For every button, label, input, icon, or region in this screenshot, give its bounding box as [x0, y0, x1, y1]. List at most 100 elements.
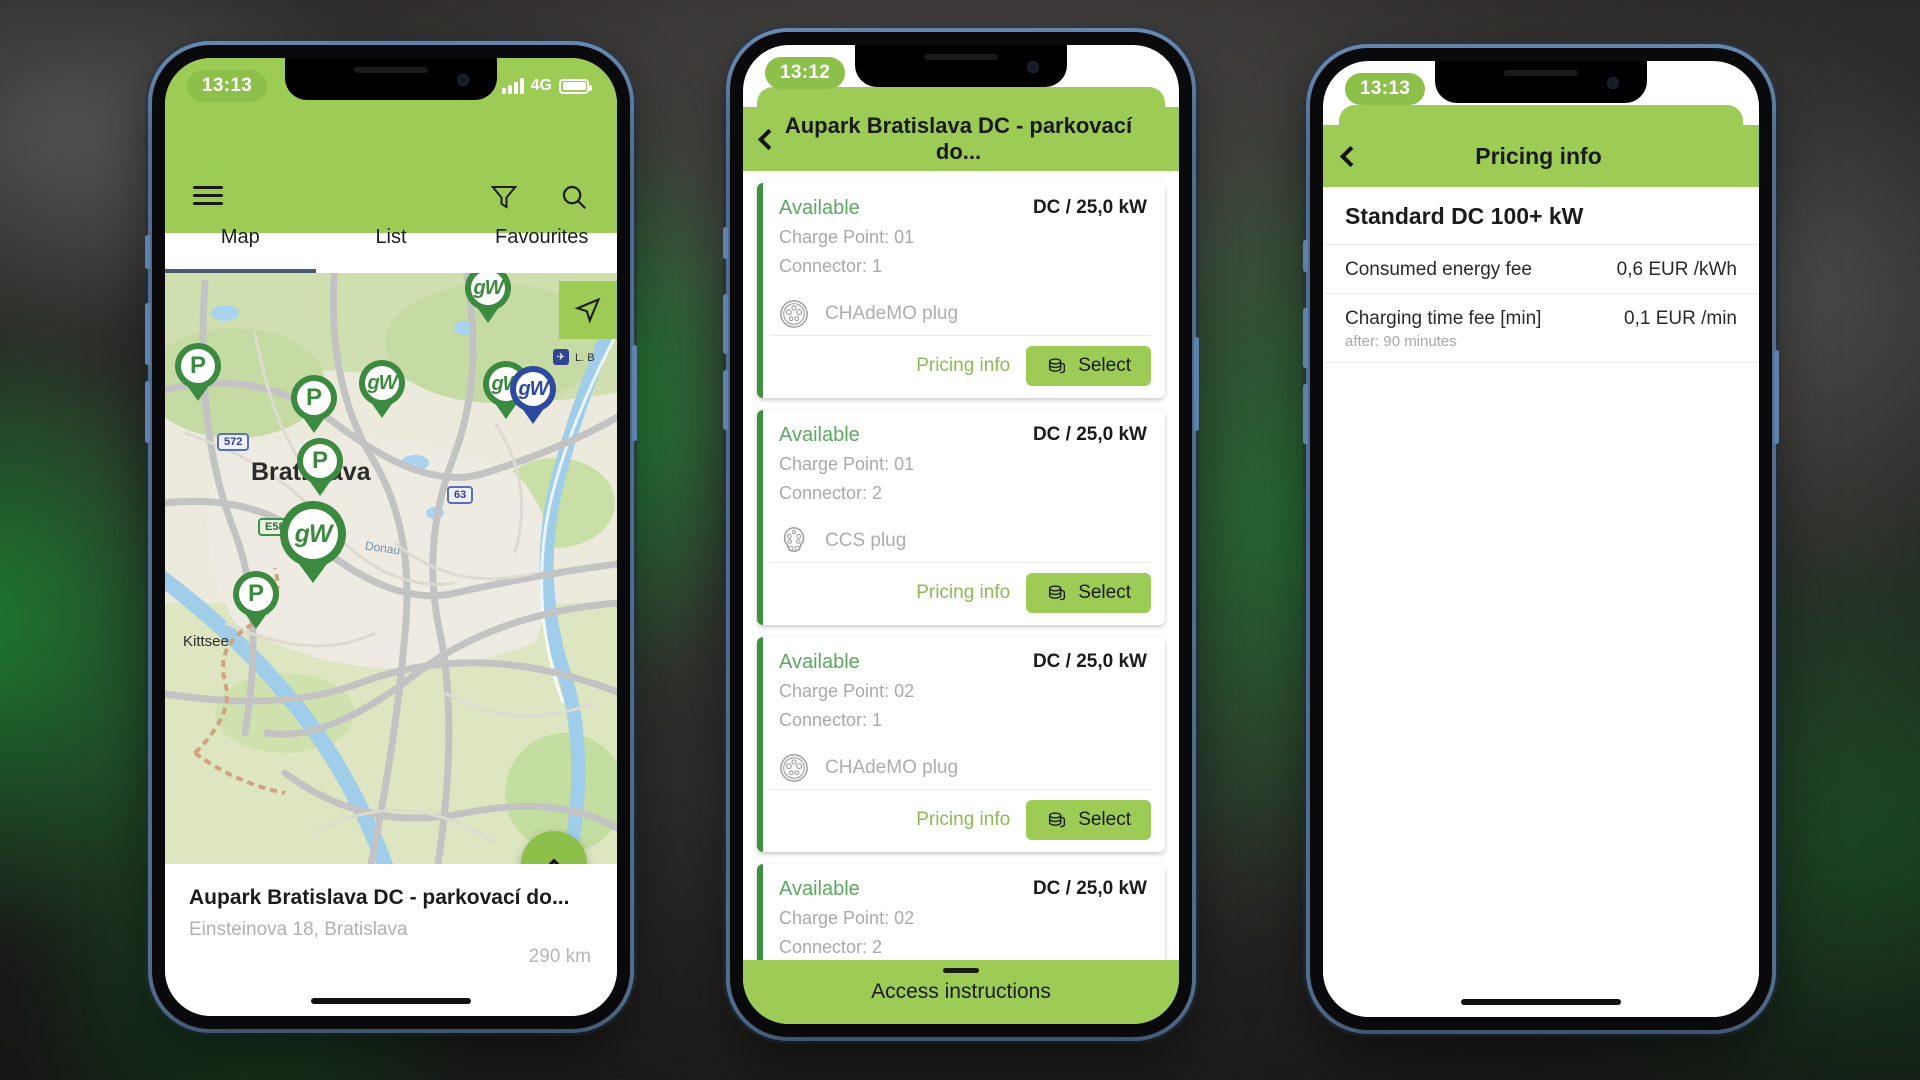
map-marker-charger-selected[interactable]: gW: [510, 366, 556, 426]
map-marker-charger[interactable]: gW: [465, 273, 511, 325]
parking-icon: P: [303, 444, 337, 478]
station-info-card[interactable]: Aupark Bratislava DC - parkovací do... E…: [165, 864, 617, 1016]
connector-card-body: Available DC / 25,0 kW Charge Point: 02 …: [757, 864, 1165, 960]
charge-point-label: Charge Point: 02: [779, 908, 915, 928]
mute-switch[interactable]: [145, 235, 150, 269]
hamburger-menu-icon[interactable]: [193, 186, 223, 205]
map-toolbar-icons: [489, 182, 589, 217]
front-camera: [1027, 61, 1039, 73]
map-canvas[interactable]: Bratislava Kittsee Donau 572 63 E58 L. B…: [165, 273, 617, 864]
connector-card[interactable]: Available DC / 25,0 kW Charge Point: 01 …: [757, 410, 1165, 625]
status-badge: Available: [779, 651, 860, 673]
charge-point-label: Charge Point: 02: [779, 681, 915, 701]
volume-up-button[interactable]: [1303, 308, 1308, 368]
phone-1-map-screen: 13:13 4G Map List Favourites Kittsee Don…: [145, 45, 637, 1029]
status-clock: 13:13: [187, 70, 268, 102]
status-indicators: 4G: [1644, 80, 1734, 98]
map-marker-parking[interactable]: P: [291, 375, 337, 435]
mute-switch[interactable]: [723, 227, 728, 259]
mute-switch[interactable]: [1303, 240, 1308, 272]
power-button[interactable]: [1194, 337, 1199, 431]
station-title: Aupark Bratislava DC - parkovací do...: [189, 886, 570, 909]
battery-icon: [1701, 81, 1734, 97]
volume-up-button[interactable]: [723, 294, 728, 354]
plug-row: CHAdeMO plug: [757, 287, 1165, 335]
coins-icon: [1049, 812, 1066, 828]
power-rating: DC / 25,0 kW: [1032, 424, 1147, 445]
access-instructions-label: Access instructions: [871, 980, 1051, 1003]
phone-3-pricing-screen: 13:13 4G Pricing info Standard DC 100+ k…: [1303, 48, 1779, 1030]
connector-card[interactable]: Available DC / 25,0 kW Charge Point: 02 …: [757, 637, 1165, 852]
pricing-info-link[interactable]: Pricing info: [916, 582, 1010, 604]
pricing-row-label: Consumed energy fee: [1345, 259, 1532, 280]
locate-me-button[interactable]: [559, 281, 617, 339]
map-marker-parking[interactable]: P: [233, 571, 279, 631]
status-badge: Available: [779, 878, 860, 900]
tab-map[interactable]: Map: [165, 226, 316, 263]
navigation-arrow-icon: [574, 297, 601, 324]
connector-card-body: Available DC / 25,0 kW Charge Point: 02 …: [757, 637, 1165, 741]
device-notch: [285, 58, 497, 100]
select-button[interactable]: Select: [1026, 800, 1151, 840]
earpiece-speaker: [924, 54, 998, 60]
phone-1-screen: 13:13 4G Map List Favourites Kittsee Don…: [165, 58, 617, 1016]
access-instructions-sheet[interactable]: Access instructions: [743, 960, 1179, 1024]
map-marker-charger[interactable]: gW: [359, 360, 405, 420]
tariff-title: Standard DC 100+ kW: [1345, 203, 1584, 229]
volume-down-button[interactable]: [723, 370, 728, 430]
power-rating: DC / 25,0 kW: [1032, 651, 1147, 672]
pricing-row-labels: Consumed energy fee: [1345, 259, 1532, 281]
power-button[interactable]: [1774, 350, 1779, 444]
select-button[interactable]: Select: [1026, 346, 1151, 386]
connector-card[interactable]: Available DC / 25,0 kW Charge Point: 01 …: [757, 183, 1165, 398]
connector-list[interactable]: Available DC / 25,0 kW Charge Point: 01 …: [743, 171, 1179, 960]
pricing-info-link[interactable]: Pricing info: [916, 355, 1010, 377]
parking-icon: P: [239, 577, 273, 611]
pricing-info-link[interactable]: Pricing info: [916, 809, 1010, 831]
card-actions: Pricing info Select: [757, 336, 1165, 398]
status-indicators: 4G: [502, 77, 592, 95]
power-button[interactable]: [632, 345, 637, 441]
connector-card[interactable]: Available DC / 25,0 kW Charge Point: 02 …: [757, 864, 1165, 960]
device-notch: [855, 45, 1067, 87]
coins-icon: [1049, 358, 1066, 374]
chevron-up-icon: [548, 858, 560, 864]
select-label: Select: [1078, 809, 1131, 830]
filter-icon[interactable]: [489, 182, 519, 217]
greenway-logo: gW: [294, 519, 333, 548]
home-indicator[interactable]: [311, 998, 471, 1004]
card-actions: Pricing info Select: [757, 790, 1165, 852]
volume-down-button[interactable]: [145, 381, 150, 443]
pricing-row-value: 0,1 EUR /min: [1624, 308, 1737, 329]
charge-point-label: Charge Point: 01: [779, 454, 915, 474]
parking-icon: P: [297, 381, 331, 415]
map-tabs: Map List Favourites: [165, 226, 617, 263]
volume-up-button[interactable]: [145, 303, 150, 365]
tab-favourites[interactable]: Favourites: [466, 226, 617, 263]
sheet-drag-handle[interactable]: [943, 968, 979, 973]
pricing-body: Standard DC 100+ kW Consumed energy fee …: [1323, 187, 1759, 1017]
search-icon[interactable]: [559, 182, 589, 217]
plug-row: CCS plug: [757, 514, 1165, 562]
map-marker-parking[interactable]: P: [297, 438, 343, 498]
parking-icon: P: [181, 349, 215, 383]
home-indicator[interactable]: [1461, 999, 1621, 1005]
connector-label: Connector: 1: [779, 255, 883, 276]
network-type-label: 4G: [530, 77, 552, 94]
road-shield-572: 572: [217, 433, 250, 451]
select-button[interactable]: Select: [1026, 573, 1151, 613]
connector-label: Connector: 1: [779, 709, 883, 730]
connector-label: Connector: 2: [779, 482, 883, 503]
page-title: Aupark Bratislava DC - parkovací do...: [784, 113, 1133, 164]
select-label: Select: [1078, 355, 1131, 376]
map-marker-charger-active[interactable]: gW: [280, 501, 346, 585]
tab-list[interactable]: List: [316, 226, 467, 263]
power-rating: DC / 25,0 kW: [1032, 197, 1147, 218]
map-marker-parking[interactable]: P: [175, 343, 221, 403]
chademo-plug-icon: [780, 754, 808, 782]
phone-2-screen: 13:12 4G Aupark Bratislava DC - parkovac…: [743, 45, 1179, 1024]
volume-down-button[interactable]: [1303, 384, 1308, 444]
battery-icon: [1121, 65, 1154, 81]
phone-2-connectors-screen: 13:12 4G Aupark Bratislava DC - parkovac…: [723, 32, 1199, 1037]
ccs-plug-icon: [783, 527, 805, 553]
